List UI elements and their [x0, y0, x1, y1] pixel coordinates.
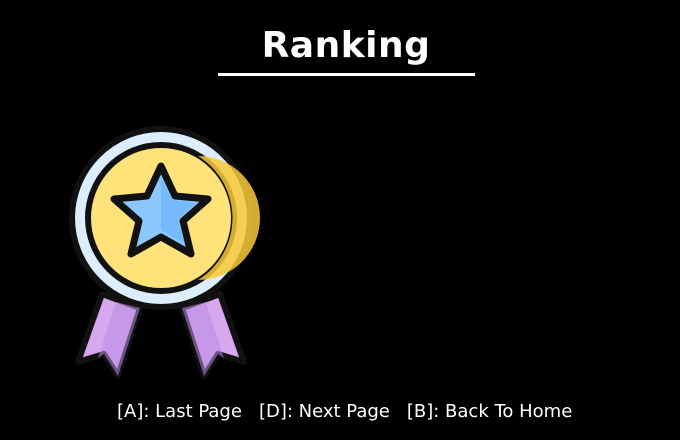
ribbon-right — [179, 291, 247, 379]
next-page-hint: [D]: Next Page — [258, 400, 390, 422]
title-underline — [218, 73, 475, 76]
ribbon-left — [75, 291, 143, 379]
last-page-hint: [A]: Last Page — [117, 400, 242, 422]
controls-hint-bar: [A]: Last Page [D]: Next Page [B]: Back … — [117, 398, 572, 424]
back-home-hint: [B]: Back To Home — [406, 400, 573, 422]
page-title: Ranking — [261, 25, 431, 66]
medal-star-icon — [58, 126, 264, 386]
